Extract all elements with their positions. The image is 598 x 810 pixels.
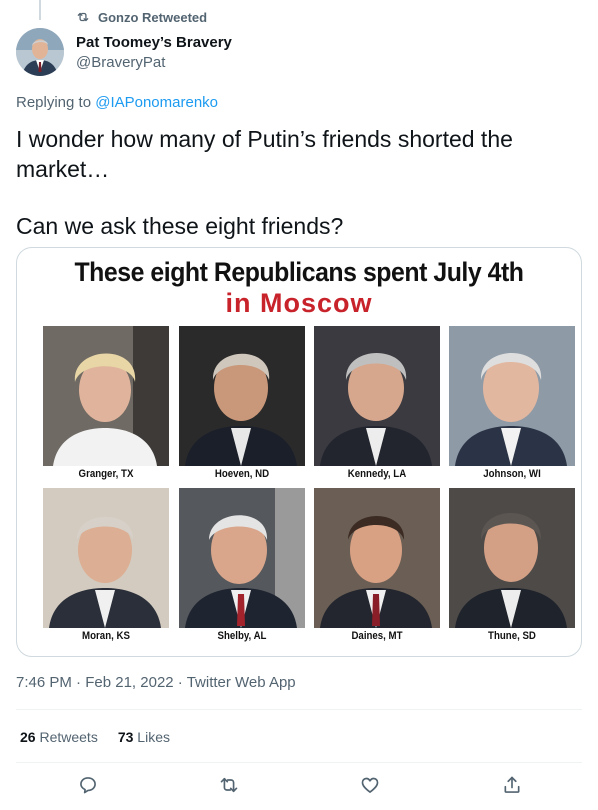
tweet-meta: 7:46 PM · Feb 21, 2022 · Twitter Web App [16,674,296,691]
tweet-text-line: Can we ask these eight friends? [16,213,344,239]
senator-photo: Hoeven, ND [179,326,305,486]
reply-handle-link[interactable]: @IAPonomarenko [95,94,218,111]
heart-icon [361,777,379,793]
senator-caption: Daines, MT [351,630,403,642]
media-title: These eight Republicans spent July 4th [74,257,524,287]
tweet-source[interactable]: Twitter Web App [187,674,296,691]
senator-caption: Hoeven, ND [214,468,270,480]
portrait-icon [43,326,169,466]
senator-photo: Thune, SD [449,488,575,648]
tweet-time[interactable]: 7:46 PM [16,674,72,691]
avatar[interactable] [16,28,64,76]
tweet-text-line: I wonder how many of Putin’s friends sho… [16,126,513,182]
replying-to: Replying to @IAPonomarenko [16,94,218,111]
retweeted-by-label[interactable]: Gonzo Retweeted [98,10,207,25]
senator-caption: Kennedy, LA [347,468,407,480]
portrait-icon [43,488,169,628]
replying-to-prefix: Replying to [16,94,96,111]
senator-photo: Kennedy, LA [314,326,440,486]
reply-icon [80,777,96,794]
tweet-actions [0,772,598,802]
senator-photo: Shelby, AL [179,488,305,648]
tweet-media-image[interactable]: These eight Republicans spent July 4th i… [16,247,582,657]
likes-stat[interactable]: 73 Likes [118,729,170,745]
retweets-stat[interactable]: 26 Retweets [20,729,98,745]
retweet-small-icon [77,12,89,22]
portrait-icon [449,326,575,466]
divider [16,709,582,710]
divider [16,762,582,763]
thread-connector-line [39,0,41,20]
tweet-stats: 26 Retweets 73 Likes [20,729,170,745]
likes-label: Likes [133,729,170,745]
share-button[interactable] [501,774,523,796]
like-button[interactable] [359,774,381,796]
portrait-icon [179,326,305,466]
likes-count: 73 [117,729,134,745]
share-icon [504,776,520,793]
senator-photo: Granger, TX [43,326,169,486]
retweet-icon [220,777,238,793]
portrait-icon [314,326,440,466]
tweet-text: I wonder how many of Putin’s friends sho… [16,124,576,241]
senator-caption: Johnson, WI [483,468,541,480]
senator-caption: Moran, KS [82,630,130,642]
portrait-icon [314,488,440,628]
senator-photo: Daines, MT [314,488,440,648]
retweets-count: 26 [20,729,36,745]
senator-photo: Johnson, WI [449,326,575,486]
senator-caption: Granger, TX [78,468,134,480]
retweet-indicator: Gonzo Retweeted [76,9,207,25]
author-name[interactable]: Pat Toomey’s Bravery [76,33,232,52]
meta-separator: · [173,674,187,691]
author-block: Pat Toomey’s Bravery @BraveryPat [76,33,232,72]
avatar-portrait-icon [16,28,64,76]
senator-caption: Thune, SD [488,630,536,642]
tweet-date[interactable]: Feb 21, 2022 [85,674,173,691]
author-handle[interactable]: @BraveryPat [76,53,232,72]
retweet-button[interactable] [218,774,240,796]
reply-button[interactable] [77,774,99,796]
senator-photo: Moran, KS [43,488,169,648]
retweets-label: Retweets [35,729,98,745]
meta-separator: · [71,674,86,691]
media-subtitle: in Moscow [225,288,373,318]
senator-caption: Shelby, AL [217,630,267,642]
portrait-icon [449,488,575,628]
portrait-icon [179,488,305,628]
